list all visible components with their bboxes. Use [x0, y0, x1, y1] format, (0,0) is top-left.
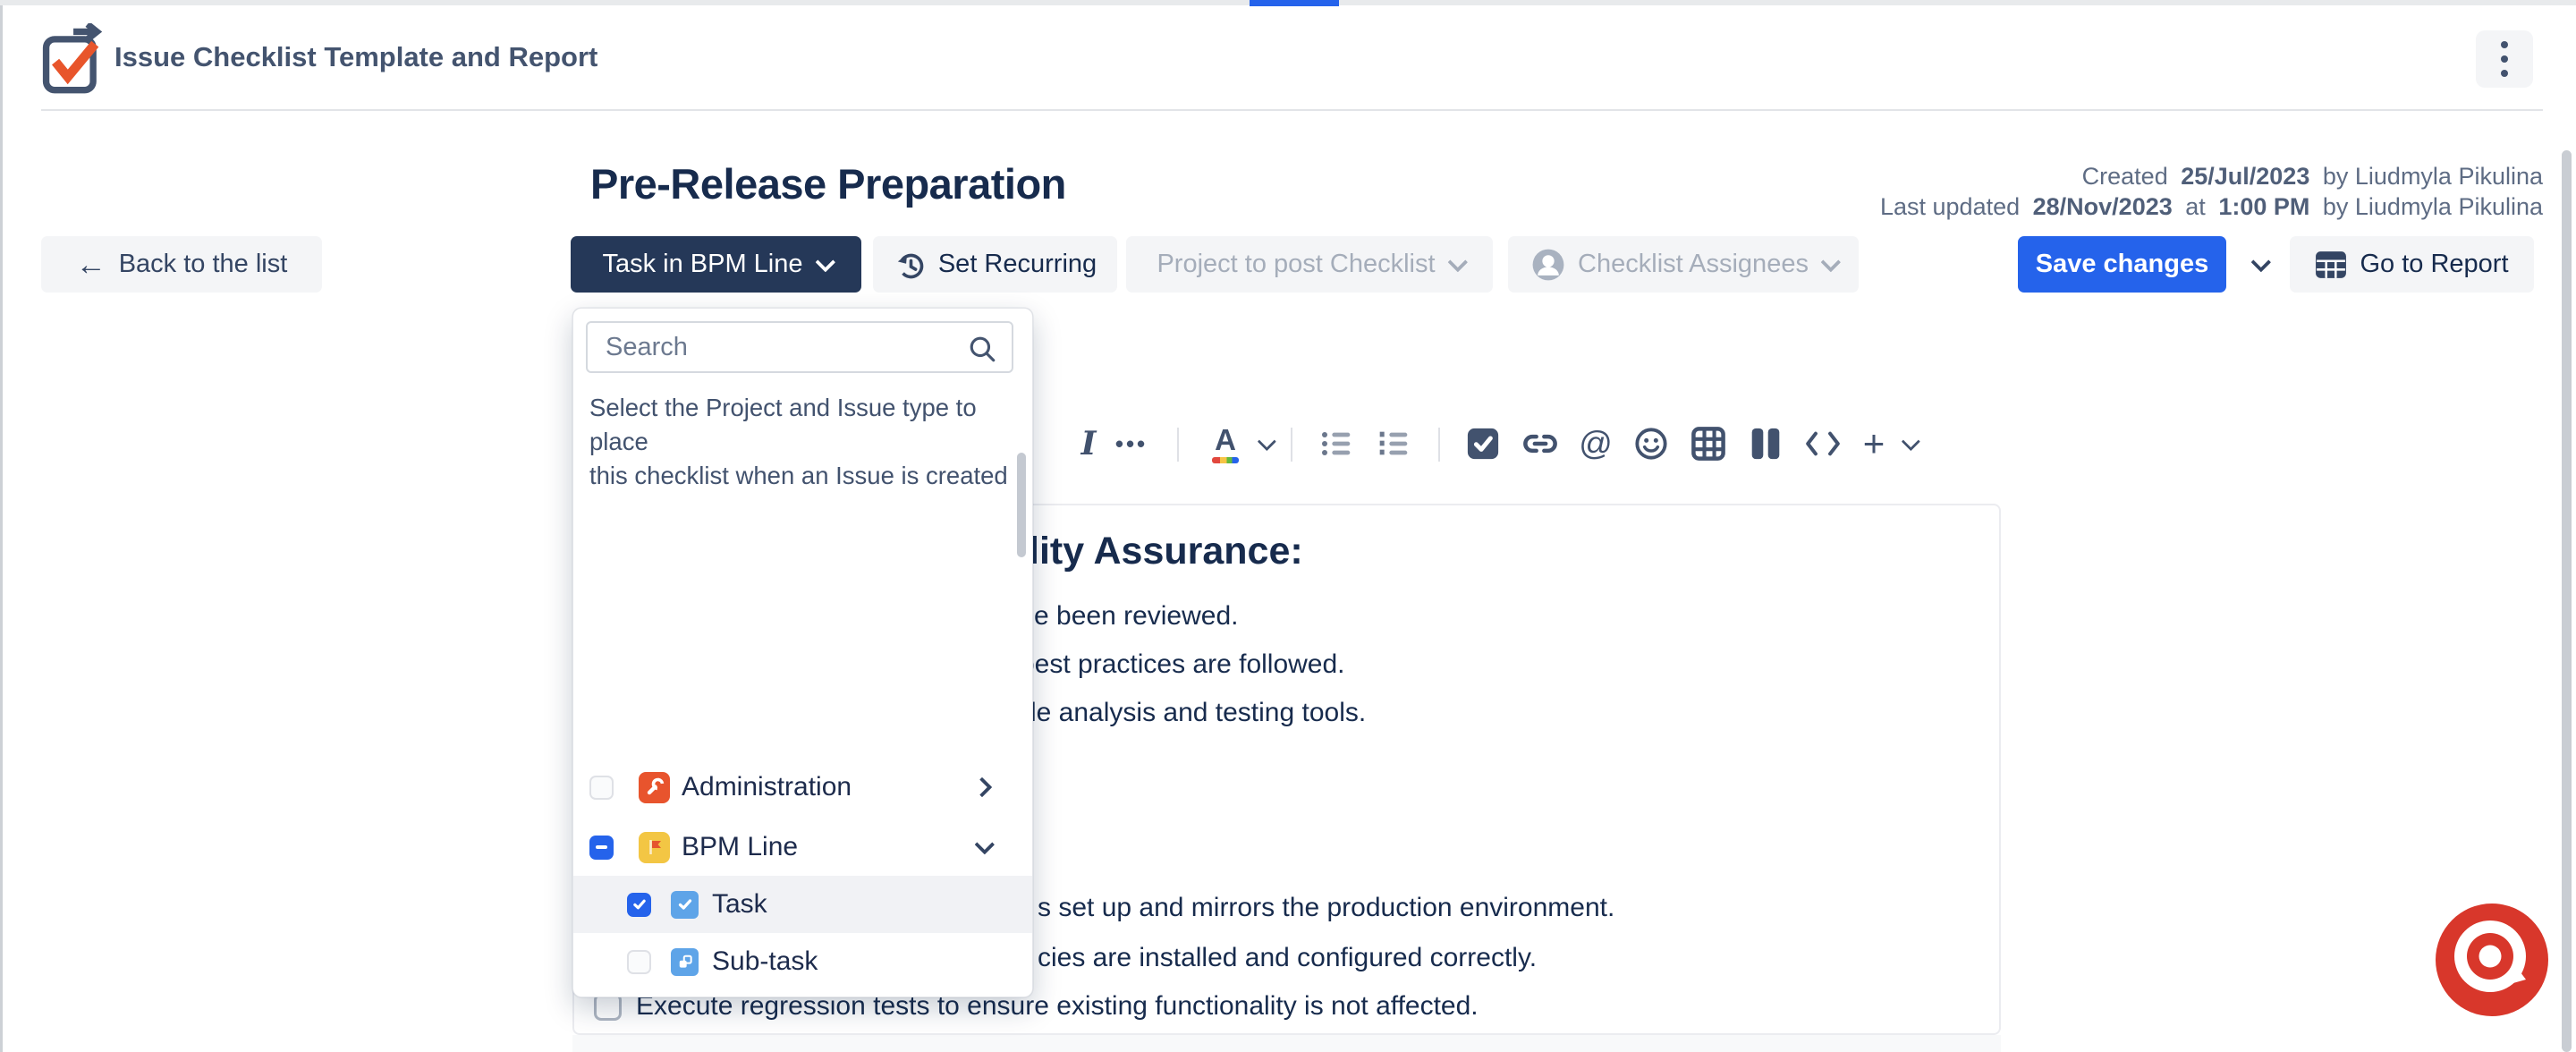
go-to-report-label: Go to Report	[2360, 250, 2508, 279]
search-input[interactable]	[586, 321, 1013, 373]
dropdown-row-story[interactable]: Story	[573, 990, 1032, 997]
link-button[interactable]	[1517, 420, 1563, 467]
chevron-right-icon[interactable]	[972, 777, 993, 798]
app-logo-checklist-icon	[39, 23, 106, 97]
kebab-menu-button[interactable]	[2476, 30, 2533, 88]
recurring-clock-icon	[894, 249, 926, 281]
task-checkbox-button[interactable]	[1460, 420, 1506, 467]
link-icon	[1521, 425, 1559, 462]
save-changes-label: Save changes	[2036, 250, 2208, 279]
checklist-item-fragment: le analysis and testing tools.	[1030, 698, 1366, 728]
emoji-button[interactable]	[1628, 420, 1674, 467]
subtask-icon	[671, 948, 699, 976]
created-line: Created 25/Jul/2023 by Liudmyla Pikulina	[2076, 163, 2543, 191]
project-to-post-dropdown[interactable]: Project to post Checklist	[1126, 236, 1493, 293]
back-to-list-label: Back to the list	[119, 250, 288, 279]
mention-button[interactable]: @	[1572, 420, 1619, 467]
issue-type-button-label: Task in BPM Line	[602, 250, 802, 279]
back-to-list-button[interactable]: ← Back to the list	[41, 236, 322, 293]
created-date: 25/Jul/2023	[2181, 163, 2309, 190]
dropdown-row-bpm-line[interactable]: BPM Line	[573, 819, 1032, 876]
updated-at-word: at	[2185, 193, 2206, 220]
go-to-report-button[interactable]: Go to Report	[2290, 236, 2534, 293]
checkbox-unchecked[interactable]	[589, 776, 614, 800]
set-recurring-button[interactable]: Set Recurring	[873, 236, 1117, 293]
active-tab-indicator	[1250, 0, 1339, 6]
ordered-list-button[interactable]	[1370, 420, 1420, 467]
chevron-down-icon	[1447, 251, 1468, 272]
support-chat-widget-button[interactable]	[2435, 903, 2549, 1017]
text-color-chevron[interactable]	[1250, 420, 1277, 467]
code-block-button[interactable]	[1800, 420, 1846, 467]
dropdown-row-task[interactable]: Task	[573, 876, 1032, 933]
insert-more-button[interactable]: +	[1853, 420, 1894, 467]
card-footer-strip	[572, 1035, 2001, 1052]
dropdown-scrollbar-thumb[interactable]	[1017, 453, 1026, 557]
updated-prefix: Last updated	[1880, 193, 2020, 220]
checklist-item-fragment: s set up and mirrors the production envi…	[1038, 893, 1614, 923]
app-title: Issue Checklist Template and Report	[114, 41, 597, 73]
checklist-item-fragment: best practices are followed.	[1020, 649, 1345, 680]
emoji-icon	[1633, 426, 1669, 462]
dropdown-helper-text: Select the Project and Issue type to pla…	[589, 391, 1032, 493]
checklist-item-fragment: e been reviewed.	[1034, 601, 1239, 632]
table-button[interactable]	[1685, 420, 1732, 467]
updated-line: Last updated 28/Nov/2023 at 1:00 PM by L…	[1874, 193, 2543, 221]
toolbar-divider	[1291, 428, 1292, 462]
created-prefix: Created	[2082, 163, 2168, 190]
flag-icon	[639, 832, 670, 863]
save-options-chevron-button[interactable]	[2239, 236, 2278, 293]
checkbox-checked[interactable]	[627, 893, 651, 917]
ordered-list-icon	[1377, 428, 1413, 459]
dropdown-row-sub-task[interactable]: Sub-task	[573, 933, 1032, 990]
avatar-icon	[1531, 248, 1565, 282]
checklist-assignees-dropdown[interactable]: Checklist Assignees	[1508, 236, 1859, 293]
toolbar-divider	[1177, 428, 1179, 462]
insert-more-chevron[interactable]	[1894, 420, 1921, 467]
page-title: Pre-Release Preparation	[590, 159, 1066, 208]
toolbar-divider	[1438, 428, 1440, 462]
chevron-down-icon[interactable]	[975, 835, 996, 855]
dropdown-row-administration[interactable]: Administration	[573, 759, 1032, 816]
section-heading-fragment: lity Assurance:	[1029, 530, 1303, 573]
checklist-item-fragment: cies are installed and configured correc…	[1038, 943, 1537, 973]
chevron-down-icon	[2251, 251, 2272, 272]
text-color-button[interactable]: A	[1200, 420, 1250, 467]
checkbox-indeterminate[interactable]	[589, 836, 614, 860]
checklist-assignees-label: Checklist Assignees	[1578, 250, 1809, 279]
task-check-icon	[671, 891, 699, 919]
columns-layout-icon	[1750, 426, 1782, 462]
task-checkbox-icon	[1466, 427, 1500, 461]
updated-by: by Liudmyla Pikulina	[2323, 193, 2543, 220]
page-scrollbar-thumb[interactable]	[2562, 150, 2572, 1052]
set-recurring-label: Set Recurring	[938, 250, 1097, 279]
updated-time: 1:00 PM	[2218, 193, 2309, 220]
chevron-down-icon	[1820, 251, 1841, 272]
app-window: Issue Checklist Template and Report Pre-…	[0, 0, 2576, 1052]
search-icon	[967, 334, 997, 364]
bullet-list-icon	[1320, 428, 1356, 459]
arrow-left-icon: ←	[76, 250, 106, 280]
wrench-icon	[639, 772, 670, 803]
save-changes-button[interactable]: Save changes	[2018, 236, 2226, 293]
project-to-post-label: Project to post Checklist	[1157, 250, 1435, 279]
more-formatting-button[interactable]: •••	[1109, 420, 1154, 467]
chevron-down-icon	[815, 251, 835, 272]
updated-date: 28/Nov/2023	[2033, 193, 2173, 220]
created-by: by Liudmyla Pikulina	[2323, 163, 2543, 190]
italic-button[interactable]: I	[1071, 420, 1106, 467]
table-icon	[1691, 427, 1725, 461]
checkbox-unchecked[interactable]	[627, 950, 651, 974]
bullet-list-button[interactable]	[1313, 420, 1363, 467]
issue-type-dropdown-button[interactable]: Task in BPM Line	[571, 236, 861, 293]
code-icon	[1804, 428, 1842, 460]
header-divider	[41, 109, 2543, 111]
report-table-icon	[2315, 250, 2347, 279]
issue-type-dropdown-panel: Select the Project and Issue type to pla…	[572, 308, 1033, 997]
columns-layout-button[interactable]	[1742, 420, 1789, 467]
window-left-edge	[0, 5, 3, 1052]
